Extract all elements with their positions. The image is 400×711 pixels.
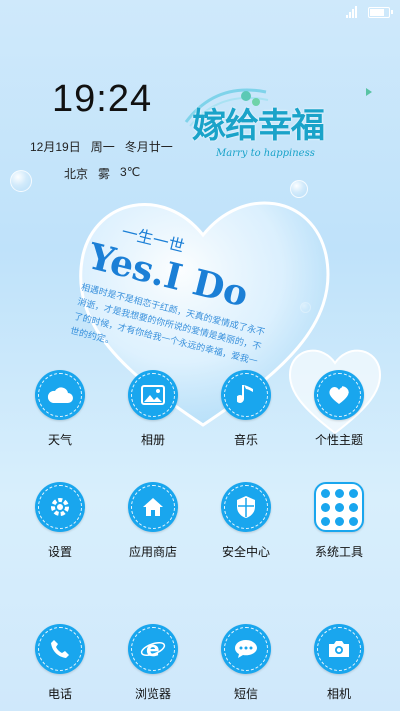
wallpaper-subtitle: Marry to happiness bbox=[216, 148, 315, 159]
app-label: 设置 bbox=[47, 545, 72, 559]
app-label: 短信 bbox=[233, 687, 258, 701]
date-text: 12月19日 bbox=[30, 140, 81, 154]
home-store-icon bbox=[128, 482, 178, 532]
svg-text:e: e bbox=[146, 637, 160, 661]
app-label: 相册 bbox=[140, 433, 165, 447]
app-label: 天气 bbox=[47, 433, 72, 447]
app-label: 系统工具 bbox=[314, 545, 363, 559]
app-browser[interactable]: e 浏览器 bbox=[106, 624, 200, 702]
app-system-tools[interactable]: 系统工具 bbox=[292, 482, 386, 560]
app-messages[interactable]: 短信 bbox=[199, 624, 293, 702]
app-label: 安全中心 bbox=[221, 545, 270, 559]
weekday-text: 周一 bbox=[90, 140, 115, 154]
app-label: 电话 bbox=[47, 687, 72, 701]
signal-icon bbox=[346, 6, 360, 18]
weather-widget[interactable]: 北京 雾 3℃ bbox=[64, 165, 140, 182]
app-label: 浏览器 bbox=[134, 687, 171, 701]
app-security[interactable]: 安全中心 bbox=[199, 482, 293, 560]
app-weather[interactable]: 天气 bbox=[13, 370, 107, 448]
temperature-text: 3℃ bbox=[120, 165, 141, 179]
lunar-date-text: 冬月廿一 bbox=[124, 140, 173, 154]
app-label: 音乐 bbox=[233, 433, 258, 447]
app-label: 应用商店 bbox=[128, 545, 177, 559]
weather-text: 雾 bbox=[98, 167, 111, 181]
grid-tools-icon bbox=[314, 482, 364, 532]
app-gallery[interactable]: 相册 bbox=[106, 370, 200, 448]
app-phone[interactable]: 电话 bbox=[13, 624, 107, 702]
camera-icon bbox=[314, 624, 364, 674]
phone-icon bbox=[35, 624, 85, 674]
music-note-icon bbox=[221, 370, 271, 420]
gear-icon bbox=[35, 482, 85, 532]
bubble-decoration bbox=[10, 170, 32, 192]
status-bar bbox=[346, 4, 393, 20]
date-line: 12月19日 周一 冬月廿一 bbox=[30, 138, 173, 155]
wallpaper-title: 嫁给幸福 bbox=[192, 106, 325, 146]
lock-clock: 19:24 bbox=[52, 78, 153, 120]
app-settings[interactable]: 设置 bbox=[13, 482, 107, 560]
cloud-icon bbox=[35, 370, 85, 420]
shield-icon bbox=[221, 482, 271, 532]
app-label: 个性主题 bbox=[314, 433, 363, 447]
app-themes[interactable]: 个性主题 bbox=[292, 370, 386, 448]
battery-icon bbox=[368, 6, 393, 18]
app-store[interactable]: 应用商店 bbox=[106, 482, 200, 560]
browser-e-icon: e bbox=[128, 624, 178, 674]
app-label: 相机 bbox=[326, 687, 351, 701]
image-icon bbox=[128, 370, 178, 420]
app-music[interactable]: 音乐 bbox=[199, 370, 293, 448]
wallpaper-title-art: 嫁给幸福 Marry to happiness bbox=[176, 82, 386, 172]
heart-theme-icon bbox=[314, 370, 364, 420]
city-text: 北京 bbox=[64, 167, 89, 181]
app-camera[interactable]: 相机 bbox=[292, 624, 386, 702]
chat-bubble-icon bbox=[221, 624, 271, 674]
